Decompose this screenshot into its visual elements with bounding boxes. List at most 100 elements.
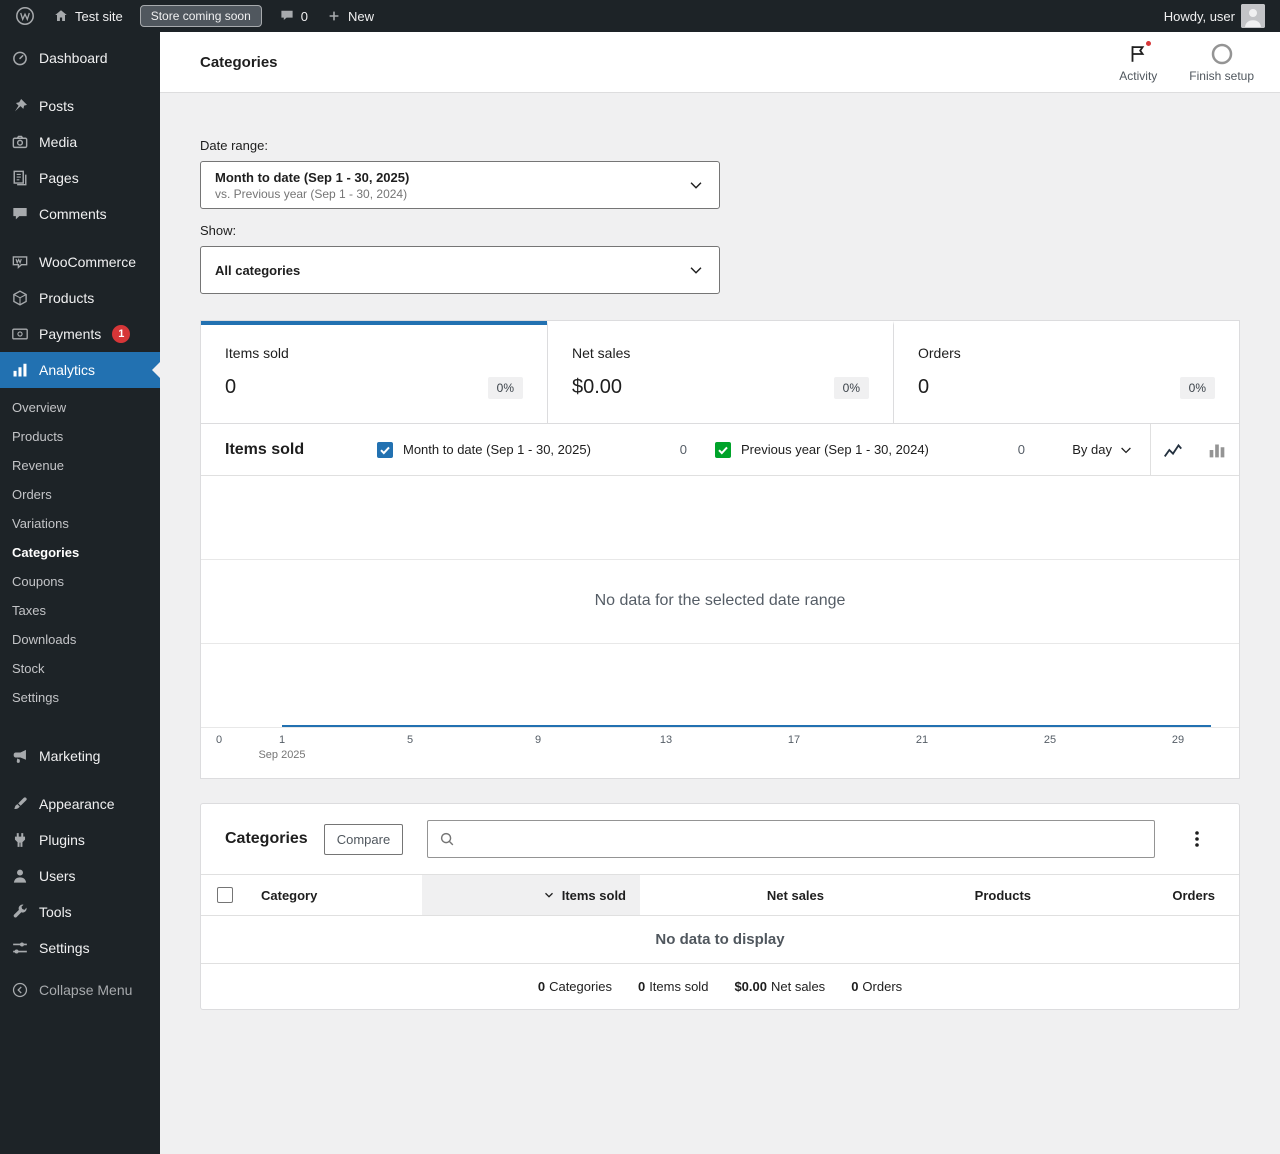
summary-stats-panel: Items sold 0 0% Net sales $0.00 0% Order…	[200, 320, 1240, 424]
submenu-item-products[interactable]: Products	[0, 422, 160, 451]
line-chart-icon	[1162, 439, 1184, 461]
comments-admin-link[interactable]: 0	[270, 0, 317, 32]
chevron-down-icon	[687, 176, 705, 194]
date-range-select[interactable]: Month to date (Sep 1 - 30, 2025) vs. Pre…	[200, 161, 720, 209]
admin-bar-left: Test site Store coming soon 0 New	[6, 0, 383, 32]
comment-bubble-icon	[279, 8, 295, 24]
store-coming-soon-badge: Store coming soon	[139, 4, 262, 28]
checkbox-checked-icon	[715, 441, 731, 458]
activity-button[interactable]: Activity	[1107, 38, 1169, 87]
site-name-link[interactable]: Test site	[44, 0, 132, 32]
sidebar-item-plugins[interactable]: Plugins	[0, 822, 160, 858]
sidebar-item-products[interactable]: Products	[0, 280, 160, 316]
submenu-item-stock[interactable]: Stock	[0, 654, 160, 683]
stat-delta-badge: 0%	[487, 376, 523, 399]
column-header-category[interactable]: Category	[249, 875, 422, 915]
submenu-item-variations[interactable]: Variations	[0, 509, 160, 538]
sidebar-item-collapse-menu[interactable]: Collapse Menu	[0, 972, 160, 1008]
column-header-orders[interactable]: Orders	[1031, 875, 1239, 915]
sidebar-label: Comments	[39, 206, 107, 222]
table-summary-row: 0 Categories 0 Items sold $0.00 Net sales 0…	[201, 964, 1239, 1009]
sidebar-label: Analytics	[39, 362, 96, 378]
chart-header: Items sold Month to date (Sep 1 - 30, 20…	[201, 424, 1239, 476]
compare-button[interactable]: Compare	[323, 823, 404, 855]
site-name: Test site	[75, 8, 123, 24]
submenu-item-coupons[interactable]: Coupons	[0, 567, 160, 596]
package-icon	[10, 288, 30, 308]
new-content-menu[interactable]: New	[317, 0, 383, 32]
sidebar-item-tools[interactable]: Tools	[0, 894, 160, 930]
legend-current-period[interactable]: Month to date (Sep 1 - 30, 2025) 0	[377, 441, 687, 458]
sidebar-label: Appearance	[39, 796, 115, 812]
x-axis-tick: 29	[1171, 734, 1185, 746]
stat-card-orders[interactable]: Orders 0 0%	[893, 321, 1239, 423]
stat-card-items-sold[interactable]: Items sold 0 0%	[201, 321, 547, 423]
sidebar-label: Dashboard	[39, 50, 108, 66]
date-range-value: Month to date (Sep 1 - 30, 2025)	[215, 169, 410, 185]
sidebar-label: Settings	[39, 940, 90, 956]
sidebar-item-payments[interactable]: Payments 1	[0, 316, 160, 352]
analytics-submenu: Overview Products Revenue Orders Variati…	[0, 388, 160, 726]
column-header-net-sales[interactable]: Net sales	[640, 875, 824, 915]
sidebar-label: Pages	[39, 170, 79, 186]
sidebar-item-settings[interactable]: Settings	[0, 930, 160, 966]
show-label: Show:	[200, 223, 237, 238]
sidebar-label: WooCommerce	[39, 254, 136, 270]
stat-card-net-sales[interactable]: Net sales $0.00 0%	[547, 321, 893, 423]
sidebar-label: Marketing	[39, 748, 101, 764]
column-header-products[interactable]: Products	[824, 875, 1031, 915]
sidebar-item-marketing[interactable]: Marketing	[0, 738, 160, 774]
sidebar-item-analytics[interactable]: Analytics	[0, 352, 160, 388]
sort-desc-icon	[542, 888, 556, 902]
sidebar-item-media[interactable]: Media	[0, 124, 160, 160]
payments-icon	[10, 324, 30, 344]
sidebar-item-woocommerce[interactable]: WooCommerce	[0, 244, 160, 280]
chart-zero-value-line	[282, 725, 1211, 727]
legend-label: Month to date (Sep 1 - 30, 2025)	[403, 442, 591, 457]
chevron-down-icon	[687, 261, 705, 279]
x-axis-month-label: Sep 2025	[258, 749, 306, 761]
chevron-down-icon	[1118, 442, 1134, 458]
x-axis-tick: 13	[659, 734, 673, 746]
submenu-item-categories[interactable]: Categories	[0, 538, 160, 567]
submenu-item-revenue[interactable]: Revenue	[0, 451, 160, 480]
sidebar-item-users[interactable]: Users	[0, 858, 160, 894]
table-menu-button[interactable]	[1179, 821, 1215, 857]
wp-logo-menu[interactable]	[6, 0, 44, 32]
collapse-arrow-icon	[10, 980, 30, 1000]
new-label: New	[347, 8, 374, 24]
submenu-item-orders[interactable]: Orders	[0, 480, 160, 509]
submenu-item-taxes[interactable]: Taxes	[0, 596, 160, 625]
account-menu[interactable]: Howdy, user	[1155, 0, 1274, 32]
chart-empty-message: No data for the selected date range	[594, 592, 846, 609]
sidebar-label: Payments	[39, 326, 102, 342]
legend-previous-period[interactable]: Previous year (Sep 1 - 30, 2024) 0	[715, 441, 1025, 458]
category-filter-select[interactable]: All categories	[200, 246, 720, 294]
activity-label: Activity	[1119, 68, 1158, 83]
legend-value: 0	[1017, 442, 1025, 457]
select-all-checkbox[interactable]	[217, 887, 233, 903]
interval-select[interactable]: By day	[1056, 424, 1150, 475]
kebab-icon	[1187, 829, 1207, 849]
finish-setup-button[interactable]: Finish setup	[1177, 38, 1266, 87]
submenu-item-settings[interactable]: Settings	[0, 683, 160, 712]
chart-panel: Items sold Month to date (Sep 1 - 30, 20…	[200, 424, 1240, 779]
finish-setup-label: Finish setup	[1189, 68, 1254, 83]
column-label: Items sold	[561, 887, 626, 903]
submenu-item-downloads[interactable]: Downloads	[0, 625, 160, 654]
sidebar-item-dashboard[interactable]: Dashboard	[0, 40, 160, 76]
column-header-items-sold[interactable]: Items sold	[422, 875, 640, 915]
pages-icon	[10, 168, 30, 188]
sidebar-item-pages[interactable]: Pages	[0, 160, 160, 196]
sidebar-item-comments[interactable]: Comments	[0, 196, 160, 232]
sidebar-label: Plugins	[39, 832, 85, 848]
bar-chart-toggle[interactable]	[1195, 424, 1239, 475]
sidebar-item-appearance[interactable]: Appearance	[0, 786, 160, 822]
submenu-item-overview[interactable]: Overview	[0, 393, 160, 422]
table-search-input[interactable]	[427, 820, 1155, 858]
notification-dot	[1144, 38, 1154, 48]
line-chart-toggle[interactable]	[1151, 424, 1195, 475]
admin-bar-right: Howdy, user	[1155, 0, 1274, 32]
sidebar-item-posts[interactable]: Posts	[0, 88, 160, 124]
x-axis-tick: 25	[1043, 734, 1057, 746]
